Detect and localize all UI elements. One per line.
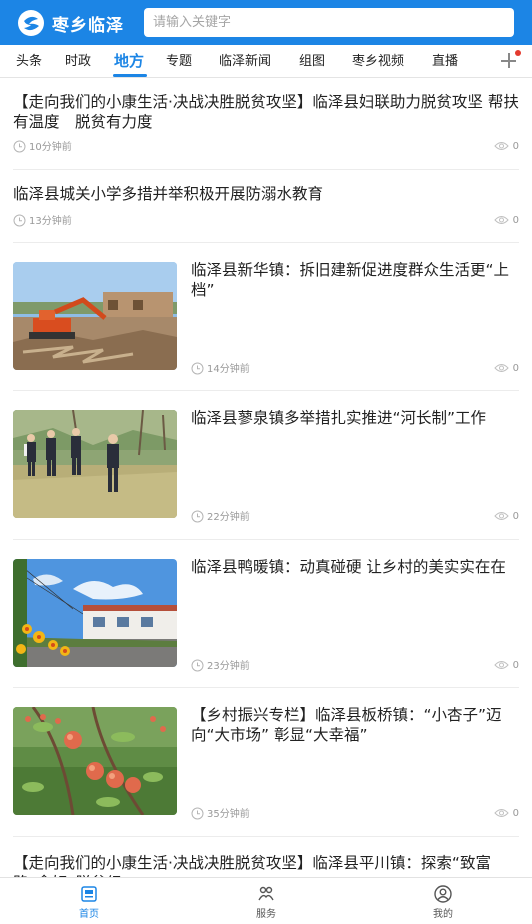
news-views-count: 0 (512, 141, 519, 152)
eye-icon (493, 216, 509, 224)
clock-icon (191, 510, 204, 523)
news-thumbnail[interactable] (13, 262, 177, 370)
clock-icon (191, 659, 204, 672)
app-logo: 枣乡临泽 (17, 9, 124, 37)
home-icon (81, 886, 97, 902)
news-time-text: 10分钟前 (29, 142, 72, 153)
clock-icon (13, 214, 26, 227)
notification-dot (515, 50, 521, 56)
news-title[interactable]: 【走向我们的小康生活·决战决胜脱贫攻坚】临泽县平川镇：探索“致富路”念好“脱贫经… (13, 853, 519, 877)
news-item[interactable]: 临泽县城关小学多措并举积极开展防溺水教育 13分钟前 0 (13, 170, 519, 243)
search-input[interactable] (144, 8, 514, 37)
news-title[interactable]: 临泽县城关小学多措并举积极开展防溺水教育 (13, 184, 519, 204)
news-time: 13分钟前 (13, 214, 72, 228)
news-time-text: 23分钟前 (207, 661, 250, 672)
news-time: 10分钟前 (13, 140, 72, 154)
news-views-count: 0 (512, 808, 519, 819)
news-item[interactable]: 【走向我们的小康生活·决战决胜脱贫攻坚】临泽县平川镇：探索“致富路”念好“脱贫经… (13, 837, 519, 877)
apricot-tree-photo (13, 707, 177, 815)
app-name: 枣乡临泽 (52, 15, 124, 36)
clock-icon (191, 362, 204, 375)
eye-icon (493, 512, 509, 520)
news-feed[interactable]: 【走向我们的小康生活·决战决胜脱贫攻坚】临泽县妇联助力脱贫攻坚 帮扶有温度 脱贫… (0, 79, 532, 877)
news-time: 23分钟前 (191, 659, 250, 673)
tab-gallery[interactable]: 组图 (299, 45, 325, 78)
news-item[interactable]: 【走向我们的小康生活·决战决胜脱贫攻坚】临泽县妇联助力脱贫攻坚 帮扶有温度 脱贫… (13, 79, 519, 170)
bottom-navigation: 首页 服务 我的 (0, 877, 532, 924)
news-time: 14分钟前 (191, 362, 250, 376)
nav-profile[interactable]: 我的 (413, 878, 473, 924)
news-time-text: 14分钟前 (207, 364, 250, 375)
service-icon (258, 886, 274, 901)
tab-linze-news[interactable]: 临泽新闻 (219, 45, 271, 78)
news-views-count: 0 (512, 660, 519, 671)
profile-icon (434, 885, 452, 903)
news-views: 0 (493, 214, 519, 228)
tab-topics[interactable]: 专题 (166, 45, 192, 78)
tab-headlines[interactable]: 头条 (16, 45, 42, 78)
active-tab-indicator (113, 74, 147, 77)
news-time-text: 13分钟前 (29, 216, 72, 227)
news-views: 0 (493, 362, 519, 376)
news-thumbnail[interactable] (13, 707, 177, 815)
eye-icon (493, 364, 509, 372)
tab-politics[interactable]: 时政 (65, 45, 91, 78)
eye-icon (493, 661, 509, 669)
news-title[interactable]: 临泽县鸭暖镇：动真碰硬 让乡村的美实实在在 (191, 557, 511, 577)
channel-tabs: 头条 时政 地方 专题 临泽新闻 组图 枣乡视频 直播 (0, 45, 532, 78)
clock-icon (191, 807, 204, 820)
search-box[interactable] (144, 8, 514, 37)
excavator-demolition-photo (13, 262, 177, 370)
news-title[interactable]: 【走向我们的小康生活·决战决胜脱贫攻坚】临泽县妇联助力脱贫攻坚 帮扶有温度 脱贫… (13, 92, 519, 132)
eye-icon (493, 809, 509, 817)
nav-service-label: 服务 (256, 909, 276, 920)
news-views-count: 0 (512, 363, 519, 374)
nav-service[interactable]: 服务 (236, 878, 296, 924)
news-views: 0 (493, 510, 519, 524)
news-views: 0 (493, 807, 519, 821)
tab-videos[interactable]: 枣乡视频 (352, 45, 404, 78)
news-item[interactable]: 临泽县新华镇：拆旧建新促进度群众生活更“上档” 14分钟前 0 (13, 243, 519, 391)
news-item[interactable]: 临泽县蓼泉镇多举措扎实推进“河长制”工作 22分钟前 0 (13, 391, 519, 540)
eye-icon (493, 142, 509, 150)
news-views: 0 (493, 140, 519, 154)
nav-profile-label: 我的 (433, 909, 453, 920)
news-time: 22分钟前 (191, 510, 250, 524)
news-title[interactable]: 临泽县蓼泉镇多举措扎实推进“河长制”工作 (191, 408, 511, 428)
news-thumbnail[interactable] (13, 410, 177, 518)
news-title[interactable]: 临泽县新华镇：拆旧建新促进度群众生活更“上档” (191, 260, 511, 300)
news-item[interactable]: 临泽县鸭暖镇：动真碰硬 让乡村的美实实在在 23分钟前 0 (13, 540, 519, 688)
news-time: 35分钟前 (191, 807, 250, 821)
news-time-text: 22分钟前 (207, 512, 250, 523)
nav-home-label: 首页 (79, 909, 99, 920)
news-title[interactable]: 【乡村振兴专栏】临泽县板桥镇：“小杏子”迈向“大市场” 彰显“大幸福” (191, 705, 511, 745)
nav-home[interactable]: 首页 (59, 878, 119, 924)
news-views-count: 0 (512, 215, 519, 226)
news-thumbnail[interactable] (13, 559, 177, 667)
village-street-flowers-photo (13, 559, 177, 667)
news-time-text: 35分钟前 (207, 809, 250, 820)
news-item[interactable]: 【乡村振兴专栏】临泽县板桥镇：“小杏子”迈向“大市场” 彰显“大幸福” 35分钟… (13, 688, 519, 837)
news-views-count: 0 (512, 511, 519, 522)
tab-live[interactable]: 直播 (432, 45, 458, 78)
clock-icon (13, 140, 26, 153)
officials-walking-field-photo (13, 410, 177, 518)
app-header: 枣乡临泽 (0, 0, 532, 45)
news-views: 0 (493, 659, 519, 673)
logo-swirl-icon (18, 10, 44, 36)
